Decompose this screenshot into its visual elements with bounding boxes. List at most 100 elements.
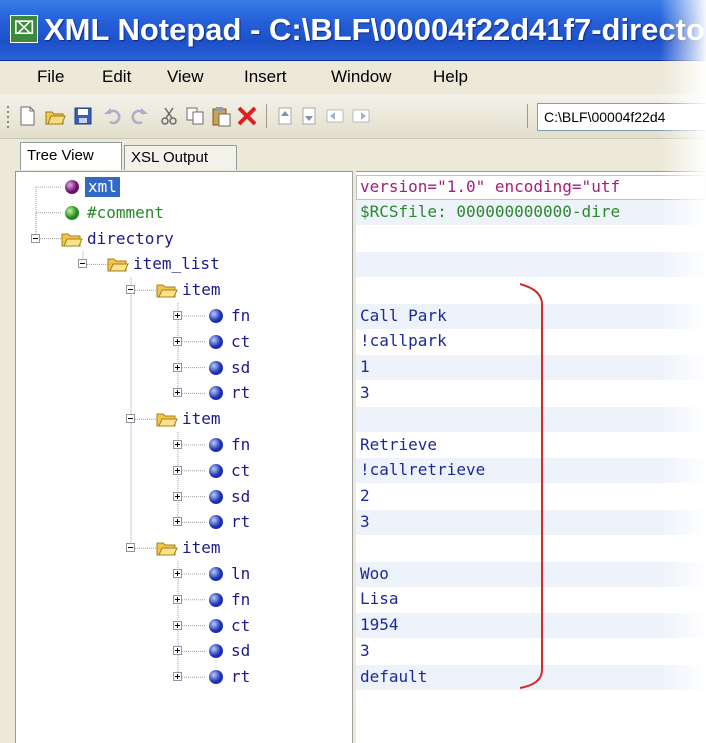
- tree-view-pane[interactable]: xml #comment directory item_list item fn ct sd r…: [15, 171, 353, 743]
- menu-window[interactable]: Window: [331, 67, 391, 87]
- tree-node-label[interactable]: directory: [87, 229, 174, 249]
- tree-node-label[interactable]: item_list: [133, 254, 220, 274]
- tree-node-label[interactable]: #comment: [87, 203, 164, 223]
- open-folder-icon: [61, 233, 83, 247]
- open-folder-icon[interactable]: [44, 105, 66, 127]
- tree-node-label[interactable]: sd: [231, 358, 250, 378]
- copy-icon[interactable]: [184, 105, 206, 127]
- expand-toggle[interactable]: [173, 388, 182, 398]
- processing-instruction-icon: [65, 180, 79, 194]
- expand-toggle[interactable]: [173, 517, 182, 527]
- plus-icon: [175, 390, 180, 396]
- tree-node-label[interactable]: item: [182, 538, 221, 558]
- text-node-icon: [209, 515, 223, 530]
- collapse-toggle[interactable]: [31, 233, 40, 243]
- menu-help[interactable]: Help: [433, 67, 468, 87]
- expand-toggle[interactable]: [173, 672, 182, 682]
- tree-node-label[interactable]: sd: [231, 641, 250, 661]
- menu-insert[interactable]: Insert: [244, 67, 287, 87]
- text-node-icon: [209, 567, 223, 581]
- collapse-toggle[interactable]: [78, 259, 87, 269]
- xml-notepad-window: ⌧ XML Notepad - C:\BLF\00004f22d41f7-dir…: [0, 0, 706, 743]
- plus-icon: [175, 648, 180, 654]
- paste-icon[interactable]: [210, 105, 232, 127]
- expand-toggle[interactable]: [173, 465, 182, 475]
- text-node-icon: [209, 309, 223, 323]
- text-node-icon: [209, 670, 223, 685]
- toolbar-separator: [527, 104, 528, 128]
- open-folder-icon: [107, 258, 129, 272]
- redo-icon[interactable]: [128, 105, 150, 127]
- cut-icon[interactable]: [158, 105, 180, 127]
- location-path-value: C:\BLF\00004f22d4: [544, 109, 666, 125]
- plus-icon: [175, 622, 180, 628]
- minus-icon: [128, 418, 133, 420]
- text-node-icon: [209, 334, 223, 349]
- tree-node-label[interactable]: ct: [231, 616, 250, 636]
- minus-icon: [128, 547, 133, 549]
- location-path-input[interactable]: C:\BLF\00004f22d4: [537, 103, 706, 131]
- minus-icon: [80, 263, 85, 265]
- expand-toggle[interactable]: [173, 311, 182, 320]
- tree-node-label[interactable]: xml: [85, 177, 120, 197]
- collapse-toggle[interactable]: [126, 543, 135, 553]
- view-tabs: Tree View XSL Output: [0, 139, 706, 171]
- tab-xsl-output[interactable]: XSL Output: [124, 145, 237, 170]
- plus-icon: [175, 364, 180, 370]
- text-node-icon: [209, 360, 223, 375]
- menu-bar: File Edit View Insert Window Help: [0, 61, 706, 93]
- text-node-icon: [209, 644, 223, 659]
- plus-icon: [175, 674, 180, 680]
- text-node-icon: [209, 386, 223, 401]
- expand-toggle[interactable]: [173, 336, 182, 346]
- save-icon[interactable]: [72, 105, 94, 127]
- nudge-down-icon[interactable]: [298, 105, 320, 127]
- plus-icon: [175, 596, 180, 602]
- expand-toggle[interactable]: [173, 569, 182, 578]
- expand-toggle[interactable]: [173, 620, 182, 630]
- expand-toggle[interactable]: [173, 646, 182, 656]
- expand-toggle[interactable]: [173, 440, 182, 449]
- node-value-pane[interactable]: version="1.0" encoding="utf $RCSfile: 000…: [356, 171, 706, 743]
- tree-node-label[interactable]: fn: [231, 590, 250, 610]
- tree-node-label[interactable]: ct: [231, 332, 250, 352]
- tree-node-label[interactable]: rt: [231, 667, 250, 687]
- tree-node-label[interactable]: item: [182, 409, 221, 429]
- title-bar[interactable]: ⌧ XML Notepad - C:\BLF\00004f22d41f7-dir…: [0, 0, 706, 61]
- tree-node-label[interactable]: ct: [231, 461, 250, 481]
- nudge-left-icon[interactable]: [324, 105, 346, 127]
- toolbar-grip-icon[interactable]: [4, 104, 12, 130]
- plus-icon: [175, 493, 180, 499]
- tree-node-label[interactable]: fn: [231, 306, 250, 326]
- tree-node-label[interactable]: item: [182, 280, 221, 300]
- toolbar-separator: [266, 104, 267, 128]
- nudge-up-icon[interactable]: [274, 105, 296, 127]
- tab-tree-view[interactable]: Tree View: [20, 142, 122, 170]
- nudge-right-icon[interactable]: [350, 105, 372, 127]
- plus-icon: [175, 467, 180, 473]
- tree-node-label[interactable]: sd: [231, 487, 250, 507]
- tree-node-label[interactable]: rt: [231, 512, 250, 532]
- text-node-icon: [209, 463, 223, 478]
- open-folder-icon: [156, 542, 178, 556]
- menu-edit[interactable]: Edit: [102, 67, 131, 87]
- plus-icon: [175, 313, 180, 318]
- menu-file[interactable]: File: [37, 67, 64, 87]
- plus-icon: [175, 519, 180, 525]
- red-annotation-bracket-mark: [519, 283, 543, 689]
- tree-node-label[interactable]: rt: [231, 383, 250, 403]
- tree-node-label[interactable]: ln: [231, 564, 250, 584]
- delete-icon[interactable]: [236, 105, 258, 127]
- tree-node-label[interactable]: fn: [231, 435, 250, 455]
- expand-toggle[interactable]: [173, 594, 182, 604]
- open-folder-icon: [156, 413, 178, 427]
- expand-toggle[interactable]: [173, 362, 182, 372]
- new-file-icon[interactable]: [16, 105, 38, 127]
- expand-toggle[interactable]: [173, 491, 182, 501]
- undo-icon[interactable]: [102, 105, 124, 127]
- collapse-toggle[interactable]: [126, 414, 135, 424]
- menu-view[interactable]: View: [167, 67, 204, 87]
- collapse-toggle[interactable]: [126, 285, 135, 295]
- minus-icon: [33, 237, 38, 239]
- plus-icon: [175, 338, 180, 344]
